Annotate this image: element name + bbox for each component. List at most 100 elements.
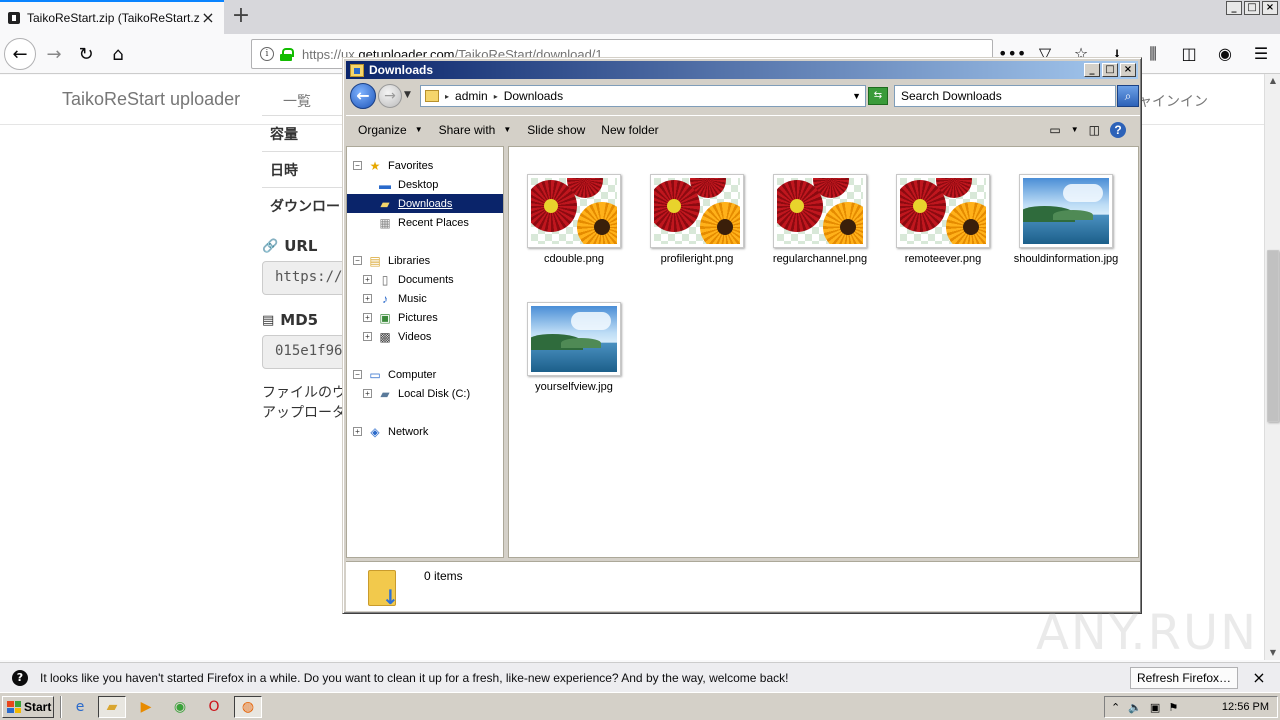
nav-network[interactable]: + ◈ Network [353, 422, 428, 441]
nav-favorites[interactable]: − ★ Favorites [353, 156, 433, 175]
close-window-button[interactable]: × [1262, 1, 1278, 15]
share-with-button[interactable]: Share with ▼ [439, 123, 512, 137]
nav-list-link[interactable]: 一覧 [283, 91, 311, 111]
explorer-taskbar-icon[interactable]: ▰ [98, 696, 126, 718]
tab-close-icon[interactable]: × [200, 10, 216, 26]
collapse-icon[interactable]: − [353, 370, 362, 379]
explorer-minimize-button[interactable]: _ [1084, 63, 1100, 77]
page-scrollbar[interactable]: ▲ ▼ [1264, 74, 1280, 660]
nav-music[interactable]: + ♪ Music [363, 289, 427, 308]
expand-icon[interactable]: + [363, 389, 372, 398]
star-icon: ★ [369, 158, 381, 173]
new-folder-button[interactable]: New folder [601, 123, 658, 137]
clock[interactable]: 12:56 PM [1222, 701, 1269, 713]
nav-downloads[interactable]: ▰ Downloads [347, 194, 503, 213]
nav-local-disk[interactable]: + ▰ Local Disk (C:) [363, 384, 470, 403]
expand-icon[interactable]: + [363, 275, 372, 284]
ie-icon[interactable]: e [66, 696, 94, 718]
breadcrumb-admin[interactable]: admin [455, 89, 488, 103]
view-icon[interactable]: ▭ [1049, 123, 1060, 137]
preview-pane-icon[interactable]: ◫ [1089, 123, 1100, 137]
chrome-icon[interactable]: ◉ [166, 696, 194, 718]
explorer-forward-button[interactable]: → [378, 84, 402, 108]
note-line-1: ファイルのウ [262, 385, 346, 401]
expand-icon[interactable]: + [353, 427, 362, 436]
nav-login-link[interactable]: ャインイン [1138, 91, 1208, 111]
tab-active[interactable]: TaikoReStart.zip (TaikoReStart.zip × [0, 0, 224, 34]
chevron-down-icon: ▼ [503, 125, 512, 134]
recent-pages-chevron-icon[interactable]: ▼ [404, 90, 411, 100]
scroll-down-icon[interactable]: ▼ [1265, 646, 1280, 660]
file-tile[interactable]: remoteever.png [883, 174, 1003, 294]
reload-icon: ↻ [78, 43, 94, 65]
forward-button[interactable]: → [38, 38, 70, 70]
refresh-firefox-button[interactable]: Refresh Firefox… [1129, 666, 1238, 689]
refresh-button[interactable]: ⇆ [868, 87, 888, 105]
nav-videos[interactable]: + ▩ Videos [363, 327, 431, 346]
back-button[interactable]: ← [4, 38, 36, 70]
file-tile[interactable]: profileright.png [637, 174, 757, 294]
explorer-titlebar[interactable]: Downloads _ □ × [346, 61, 1138, 79]
expand-icon[interactable]: + [363, 294, 372, 303]
explorer-window: Downloads _ □ × ← → ▼ ▸ admin ▸ Download… [342, 57, 1142, 614]
address-dropdown-icon[interactable]: ▼ [852, 91, 861, 101]
sidebar-icon[interactable]: ◫ [1178, 44, 1200, 71]
slide-show-button[interactable]: Slide show [527, 123, 585, 137]
explorer-back-button[interactable]: ← [350, 83, 376, 109]
explorer-maximize-button[interactable]: □ [1102, 63, 1118, 77]
account-icon[interactable]: ◉ [1214, 44, 1236, 71]
maximize-button[interactable]: □ [1244, 1, 1260, 15]
scroll-thumb[interactable] [1267, 250, 1279, 422]
new-tab-button[interactable]: + [228, 4, 254, 30]
explorer-close-button[interactable]: × [1120, 63, 1136, 77]
menu-icon[interactable]: ☰ [1250, 44, 1272, 71]
home-button[interactable]: ⌂ [102, 38, 134, 70]
opera-icon[interactable]: O [200, 696, 228, 718]
nav-documents[interactable]: + ▯ Documents [363, 270, 454, 289]
file-tile[interactable]: yourselfview.jpg [514, 302, 634, 422]
nav-desktop[interactable]: ▬ Desktop [377, 175, 438, 194]
site-brand[interactable]: TaikoReStart uploader [62, 89, 240, 110]
firefox-taskbar-icon[interactable]: ◍ [234, 696, 262, 718]
start-button[interactable]: Start [2, 696, 54, 718]
minimize-button[interactable]: _ [1226, 1, 1242, 15]
organize-label: Organize [358, 122, 407, 137]
lock-icon[interactable] [280, 47, 294, 61]
search-button[interactable]: ⌕ [1117, 85, 1139, 107]
file-tile[interactable]: shouldinformation.jpg [1006, 174, 1126, 294]
folder-icon [425, 90, 439, 102]
tray-expand-icon[interactable]: ⌃ [1111, 701, 1120, 714]
network-tray-icon[interactable]: ▣ [1150, 701, 1160, 714]
scroll-up-icon[interactable]: ▲ [1265, 74, 1280, 88]
expand-icon[interactable]: + [363, 313, 372, 322]
organize-button[interactable]: Organize ▼ [358, 123, 423, 137]
chevron-right-icon[interactable]: ▸ [445, 92, 449, 101]
search-input[interactable]: Search Downloads [894, 85, 1116, 107]
md5-field[interactable]: 015e1f96 [262, 335, 352, 369]
breadcrumb-downloads[interactable]: Downloads [504, 89, 563, 103]
file-tile[interactable]: cdouble.png [514, 174, 634, 294]
volume-icon[interactable]: 🔈 [1128, 701, 1142, 714]
library-icon[interactable]: ⫼ [1142, 44, 1164, 71]
flag-icon[interactable]: ⚑ [1168, 701, 1178, 714]
collapse-icon[interactable]: − [353, 161, 362, 170]
image-thumbnail [896, 174, 990, 248]
url-field[interactable]: https://ux [262, 261, 352, 295]
expand-icon[interactable]: + [363, 332, 372, 341]
nav-recent-places[interactable]: ▦ Recent Places [377, 213, 469, 232]
view-chevron-icon[interactable]: ▼ [1071, 125, 1079, 134]
reload-button[interactable]: ↻ [70, 38, 102, 70]
address-path[interactable]: ▸ admin ▸ Downloads ▼ [420, 85, 866, 107]
info-icon[interactable]: i [260, 47, 274, 61]
nav-computer[interactable]: − ▭ Computer [353, 365, 436, 384]
info-row-downloads: ダウンロー [262, 187, 352, 223]
image-thumbnail [1019, 174, 1113, 248]
nav-pictures[interactable]: + ▣ Pictures [363, 308, 438, 327]
nav-libraries[interactable]: − ▤ Libraries [353, 251, 430, 270]
file-tile[interactable]: regularchannel.png [760, 174, 880, 294]
collapse-icon[interactable]: − [353, 256, 362, 265]
media-player-icon[interactable]: ▶ [132, 696, 160, 718]
chevron-right-icon[interactable]: ▸ [494, 92, 498, 101]
help-icon[interactable]: ? [1110, 121, 1126, 138]
close-icon[interactable]: × [1250, 668, 1268, 687]
